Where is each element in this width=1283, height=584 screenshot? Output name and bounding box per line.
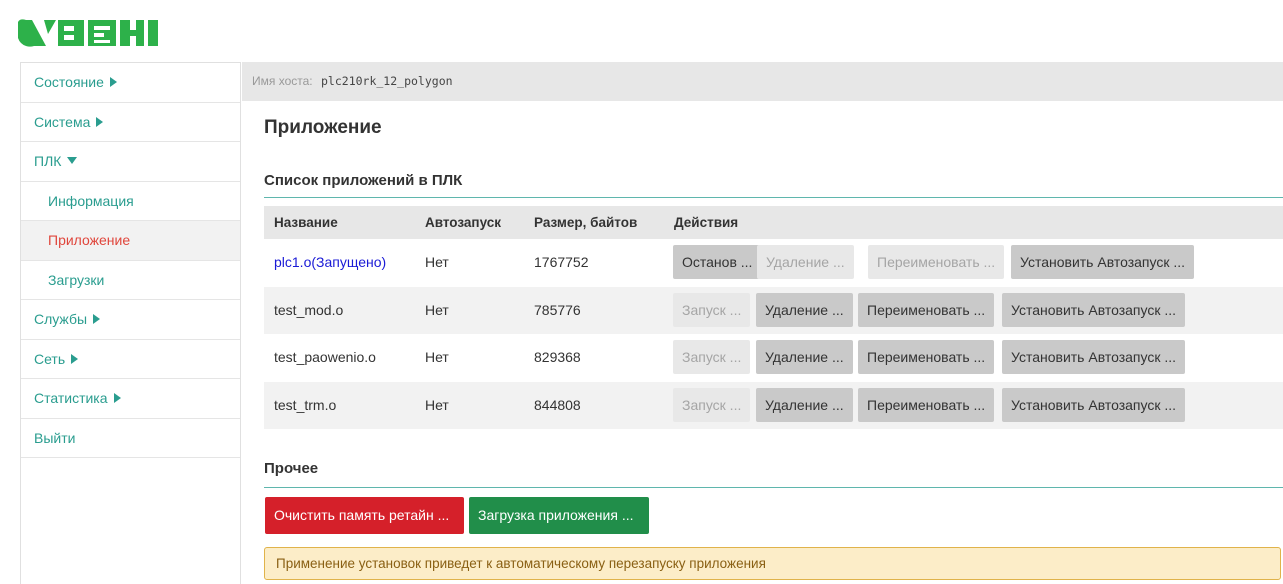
sidebar-item-label: ПЛК — [34, 153, 62, 169]
col-actions: Действия — [674, 215, 739, 230]
start-button[interactable]: Запуск ... — [673, 292, 751, 327]
sidebar-item-4[interactable]: Приложение — [21, 221, 240, 261]
app-autostart: Нет — [425, 396, 449, 413]
oven-logo[interactable] — [18, 16, 158, 50]
other-section-title: Прочее — [264, 460, 319, 477]
caret-right-icon — [113, 393, 121, 403]
table-row: test_mod.o Нет 785776 Запуск ... Удаление ..… — [264, 286, 1283, 334]
app-size: 1767752 — [534, 254, 589, 270]
sidebar-item-label: Сеть — [34, 350, 66, 367]
app-size: 829368 — [534, 349, 581, 365]
rename-button[interactable]: Переименовать ... — [868, 245, 1005, 279]
sidebar-item-5[interactable]: Загрузки — [21, 261, 240, 300]
app-name: test_trm.o — [274, 396, 337, 413]
page-title: Приложение — [264, 117, 382, 138]
section-divider — [264, 197, 1283, 198]
sidebar-nav: Состояние Система ПЛК Информация Приложение З… — [20, 62, 241, 584]
app-size: 785776 — [534, 301, 581, 318]
set-autostart-button[interactable]: Установить Автозапуск ... — [1002, 340, 1186, 374]
header — [0, 0, 1283, 62]
rename-button[interactable]: Переименовать ... — [858, 387, 995, 422]
sidebar-item-6[interactable]: Службы — [21, 300, 240, 340]
sidebar-item-label: Приложение — [48, 232, 131, 248]
app-autostart: Нет — [425, 254, 449, 270]
app-name-link[interactable]: plc1.o(Запущено) — [274, 254, 386, 270]
sidebar-item-label: Загрузки — [48, 271, 105, 288]
start-button[interactable]: Запуск ... — [673, 340, 751, 374]
set-autostart-button[interactable]: Установить Автозапуск ... — [1002, 292, 1186, 327]
sidebar-item-2[interactable]: ПЛК — [21, 142, 240, 182]
restart-warning: Применение установок приведет к автомати… — [264, 547, 1281, 580]
col-autostart: Автозапуск — [425, 215, 502, 230]
delete-button[interactable]: Удаление ... — [756, 340, 853, 374]
app-autostart: Нет — [425, 301, 449, 318]
start-button[interactable]: Запуск ... — [673, 387, 751, 422]
host-name: plc210rk_12_polygon — [321, 74, 453, 88]
sidebar-item-7[interactable]: Сеть — [21, 340, 240, 379]
table-row: test_trm.o Нет 844808 Запуск ... Удаление ..… — [264, 381, 1283, 429]
app-name: test_paowenio.o — [274, 349, 376, 365]
sidebar-item-0[interactable]: Состояние — [21, 63, 240, 103]
sidebar-item-label: Выйти — [34, 429, 76, 446]
sidebar-item-label: Система — [34, 113, 91, 130]
app-name: test_mod.o — [274, 301, 344, 318]
caret-right-icon — [96, 116, 104, 127]
upload-app-button[interactable]: Загрузка приложения ... — [469, 497, 649, 534]
set-autostart-button[interactable]: Установить Автозапуск ... — [1002, 387, 1186, 422]
app-size: 844808 — [534, 396, 581, 413]
rename-button[interactable]: Переименовать ... — [858, 292, 995, 327]
caret-down-icon — [67, 157, 78, 164]
caret-right-icon — [109, 77, 117, 87]
sidebar-item-label: Информация — [48, 192, 134, 209]
rename-button[interactable]: Переименовать ... — [858, 340, 995, 374]
sidebar-item-label: Состояние — [34, 74, 104, 90]
table-row: plc1.o(Запущено) Нет 1767752 Останов ... Уда… — [264, 239, 1283, 287]
sidebar-item-3[interactable]: Информация — [21, 182, 240, 221]
caret-right-icon — [93, 314, 101, 324]
col-size: Размер, байтов — [534, 215, 638, 230]
sidebar-item-label: Службы — [34, 311, 88, 327]
delete-button[interactable]: Удаление ... — [756, 387, 853, 422]
host-bar: Имя хоста: plc210rk_12_polygon — [242, 62, 1283, 101]
clear-retain-button[interactable]: Очистить память ретайн ... — [265, 497, 464, 534]
delete-button[interactable]: Удаление ... — [756, 292, 853, 327]
sidebar-item-8[interactable]: Статистика — [21, 379, 240, 419]
col-name: Название — [274, 215, 338, 230]
host-label: Имя хоста: — [252, 74, 313, 88]
table-row: test_paowenio.o Нет 829368 Запуск ... Удален… — [264, 334, 1283, 382]
set-autostart-button[interactable]: Установить Автозапуск ... — [1011, 245, 1195, 279]
apps-table-header: Название Автозапуск Размер, байтов Дейст… — [264, 206, 1283, 239]
sidebar-item-1[interactable]: Система — [21, 103, 240, 142]
app-autostart: Нет — [425, 349, 449, 365]
delete-button[interactable]: Удаление ... — [757, 245, 854, 279]
sidebar-item-label: Статистика — [34, 390, 108, 406]
sidebar-item-9[interactable]: Выйти — [21, 419, 240, 458]
apps-section-title: Список приложений в ПЛК — [264, 172, 463, 189]
caret-right-icon — [71, 353, 79, 364]
section-divider — [264, 487, 1283, 488]
stop-button[interactable]: Останов ... — [673, 245, 762, 279]
